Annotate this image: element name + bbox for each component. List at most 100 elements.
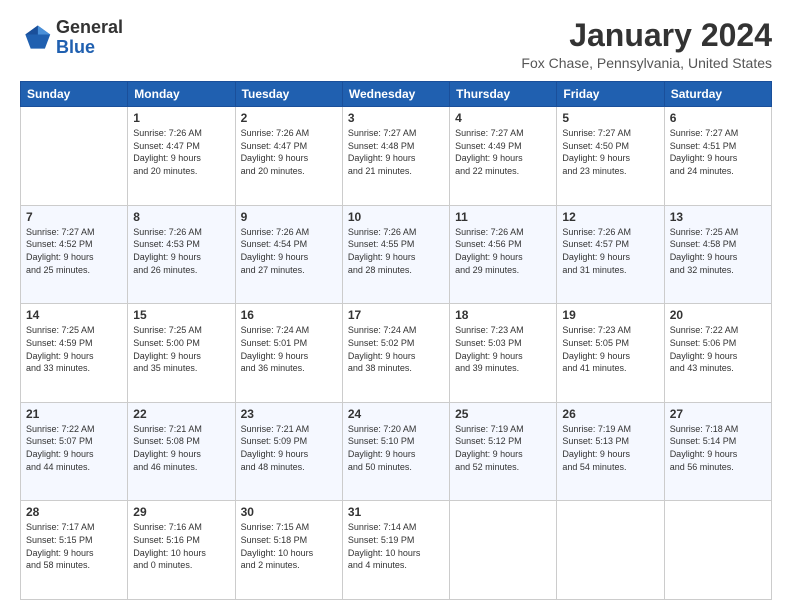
- logo-icon: [20, 22, 52, 54]
- table-row: 11 Sunrise: 7:26 AM Sunset: 4:56 PM Dayli…: [450, 205, 557, 304]
- day-info: Sunrise: 7:25 AM Sunset: 4:59 PM Dayligh…: [26, 324, 122, 374]
- table-row: 5 Sunrise: 7:27 AM Sunset: 4:50 PM Daylig…: [557, 107, 664, 206]
- day-info: Sunrise: 7:26 AM Sunset: 4:57 PM Dayligh…: [562, 226, 658, 276]
- col-saturday: Saturday: [664, 82, 771, 107]
- day-number: 1: [133, 111, 229, 125]
- day-info: Sunrise: 7:22 AM Sunset: 5:07 PM Dayligh…: [26, 423, 122, 473]
- calendar-table: Sunday Monday Tuesday Wednesday Thursday…: [20, 81, 772, 600]
- logo-general: General: [56, 18, 123, 38]
- day-info: Sunrise: 7:27 AM Sunset: 4:48 PM Dayligh…: [348, 127, 444, 177]
- day-info: Sunrise: 7:26 AM Sunset: 4:53 PM Dayligh…: [133, 226, 229, 276]
- day-number: 26: [562, 407, 658, 421]
- table-row: 8 Sunrise: 7:26 AM Sunset: 4:53 PM Daylig…: [128, 205, 235, 304]
- day-info: Sunrise: 7:27 AM Sunset: 4:49 PM Dayligh…: [455, 127, 551, 177]
- day-number: 4: [455, 111, 551, 125]
- weekday-header-row: Sunday Monday Tuesday Wednesday Thursday…: [21, 82, 772, 107]
- table-row: 30Sunrise: 7:15 AM Sunset: 5:18 PM Dayli…: [235, 501, 342, 600]
- day-number: 29: [133, 505, 229, 519]
- day-info: Sunrise: 7:27 AM Sunset: 4:50 PM Dayligh…: [562, 127, 658, 177]
- day-info: Sunrise: 7:23 AM Sunset: 5:05 PM Dayligh…: [562, 324, 658, 374]
- table-row: 17 Sunrise: 7:24 AM Sunset: 5:02 PM Dayli…: [342, 304, 449, 403]
- logo-blue: Blue: [56, 37, 95, 57]
- table-row: 14 Sunrise: 7:25 AM Sunset: 4:59 PM Dayli…: [21, 304, 128, 403]
- day-info: Sunrise: 7:22 AM Sunset: 5:06 PM Dayligh…: [670, 324, 766, 374]
- day-number: 14: [26, 308, 122, 322]
- day-number: 16: [241, 308, 337, 322]
- day-number: 19: [562, 308, 658, 322]
- day-number: 31: [348, 505, 444, 519]
- day-info: Sunrise: 7:17 AM Sunset: 5:15 PM Dayligh…: [26, 521, 122, 571]
- location: Fox Chase, Pennsylvania, United States: [521, 55, 772, 71]
- day-info: Sunrise: 7:26 AM Sunset: 4:54 PM Dayligh…: [241, 226, 337, 276]
- day-number: 17: [348, 308, 444, 322]
- day-info: Sunrise: 7:16 AM Sunset: 5:16 PM Dayligh…: [133, 521, 229, 571]
- col-thursday: Thursday: [450, 82, 557, 107]
- table-row: 9 Sunrise: 7:26 AM Sunset: 4:54 PM Daylig…: [235, 205, 342, 304]
- table-row: 18 Sunrise: 7:23 AM Sunset: 5:03 PM Dayli…: [450, 304, 557, 403]
- day-number: 23: [241, 407, 337, 421]
- day-info: Sunrise: 7:21 AM Sunset: 5:08 PM Dayligh…: [133, 423, 229, 473]
- week-row-2: 7Sunrise: 7:27 AM Sunset: 4:52 PM Daylig…: [21, 205, 772, 304]
- week-row-1: 1 Sunrise: 7:26 AM Sunset: 4:47 PM Daylig…: [21, 107, 772, 206]
- week-row-4: 21 Sunrise: 7:22 AM Sunset: 5:07 PM Dayli…: [21, 402, 772, 501]
- day-number: 12: [562, 210, 658, 224]
- table-row: 26Sunrise: 7:19 AM Sunset: 5:13 PM Dayli…: [557, 402, 664, 501]
- table-row: 20 Sunrise: 7:22 AM Sunset: 5:06 PM Dayli…: [664, 304, 771, 403]
- week-row-5: 28 Sunrise: 7:17 AM Sunset: 5:15 PM Dayli…: [21, 501, 772, 600]
- day-number: 3: [348, 111, 444, 125]
- day-info: Sunrise: 7:14 AM Sunset: 5:19 PM Dayligh…: [348, 521, 444, 571]
- table-row: [557, 501, 664, 600]
- day-number: 21: [26, 407, 122, 421]
- table-row: 22Sunrise: 7:21 AM Sunset: 5:08 PM Dayli…: [128, 402, 235, 501]
- table-row: 24Sunrise: 7:20 AM Sunset: 5:10 PM Dayli…: [342, 402, 449, 501]
- day-info: Sunrise: 7:15 AM Sunset: 5:18 PM Dayligh…: [241, 521, 337, 571]
- logo: General Blue: [20, 18, 123, 58]
- week-row-3: 14 Sunrise: 7:25 AM Sunset: 4:59 PM Dayli…: [21, 304, 772, 403]
- day-info: Sunrise: 7:26 AM Sunset: 4:47 PM Dayligh…: [133, 127, 229, 177]
- day-number: 28: [26, 505, 122, 519]
- table-row: 13 Sunrise: 7:25 AM Sunset: 4:58 PM Dayli…: [664, 205, 771, 304]
- day-info: Sunrise: 7:26 AM Sunset: 4:55 PM Dayligh…: [348, 226, 444, 276]
- day-number: 5: [562, 111, 658, 125]
- table-row: 19 Sunrise: 7:23 AM Sunset: 5:05 PM Dayli…: [557, 304, 664, 403]
- table-row: 15Sunrise: 7:25 AM Sunset: 5:00 PM Dayli…: [128, 304, 235, 403]
- table-row: 28 Sunrise: 7:17 AM Sunset: 5:15 PM Dayli…: [21, 501, 128, 600]
- day-info: Sunrise: 7:26 AM Sunset: 4:56 PM Dayligh…: [455, 226, 551, 276]
- header: General Blue January 2024 Fox Chase, Pen…: [20, 18, 772, 71]
- day-info: Sunrise: 7:20 AM Sunset: 5:10 PM Dayligh…: [348, 423, 444, 473]
- day-number: 9: [241, 210, 337, 224]
- page: General Blue January 2024 Fox Chase, Pen…: [0, 0, 792, 612]
- table-row: 1 Sunrise: 7:26 AM Sunset: 4:47 PM Daylig…: [128, 107, 235, 206]
- day-number: 13: [670, 210, 766, 224]
- day-info: Sunrise: 7:24 AM Sunset: 5:01 PM Dayligh…: [241, 324, 337, 374]
- day-number: 11: [455, 210, 551, 224]
- day-info: Sunrise: 7:27 AM Sunset: 4:51 PM Dayligh…: [670, 127, 766, 177]
- day-number: 20: [670, 308, 766, 322]
- col-monday: Monday: [128, 82, 235, 107]
- day-info: Sunrise: 7:24 AM Sunset: 5:02 PM Dayligh…: [348, 324, 444, 374]
- col-wednesday: Wednesday: [342, 82, 449, 107]
- col-tuesday: Tuesday: [235, 82, 342, 107]
- day-info: Sunrise: 7:23 AM Sunset: 5:03 PM Dayligh…: [455, 324, 551, 374]
- table-row: 10 Sunrise: 7:26 AM Sunset: 4:55 PM Dayli…: [342, 205, 449, 304]
- table-row: 23 Sunrise: 7:21 AM Sunset: 5:09 PM Dayli…: [235, 402, 342, 501]
- table-row: 2Sunrise: 7:26 AM Sunset: 4:47 PM Daylig…: [235, 107, 342, 206]
- col-sunday: Sunday: [21, 82, 128, 107]
- table-row: 4 Sunrise: 7:27 AM Sunset: 4:49 PM Daylig…: [450, 107, 557, 206]
- table-row: 31 Sunrise: 7:14 AM Sunset: 5:19 PM Dayli…: [342, 501, 449, 600]
- day-number: 8: [133, 210, 229, 224]
- day-number: 18: [455, 308, 551, 322]
- title-block: January 2024 Fox Chase, Pennsylvania, Un…: [521, 18, 772, 71]
- day-info: Sunrise: 7:25 AM Sunset: 4:58 PM Dayligh…: [670, 226, 766, 276]
- day-number: 27: [670, 407, 766, 421]
- day-number: 25: [455, 407, 551, 421]
- table-row: 29 Sunrise: 7:16 AM Sunset: 5:16 PM Dayli…: [128, 501, 235, 600]
- day-number: 7: [26, 210, 122, 224]
- day-number: 10: [348, 210, 444, 224]
- day-info: Sunrise: 7:18 AM Sunset: 5:14 PM Dayligh…: [670, 423, 766, 473]
- table-row: 3 Sunrise: 7:27 AM Sunset: 4:48 PM Daylig…: [342, 107, 449, 206]
- day-info: Sunrise: 7:21 AM Sunset: 5:09 PM Dayligh…: [241, 423, 337, 473]
- col-friday: Friday: [557, 82, 664, 107]
- day-info: Sunrise: 7:19 AM Sunset: 5:12 PM Dayligh…: [455, 423, 551, 473]
- day-info: Sunrise: 7:26 AM Sunset: 4:47 PM Dayligh…: [241, 127, 337, 177]
